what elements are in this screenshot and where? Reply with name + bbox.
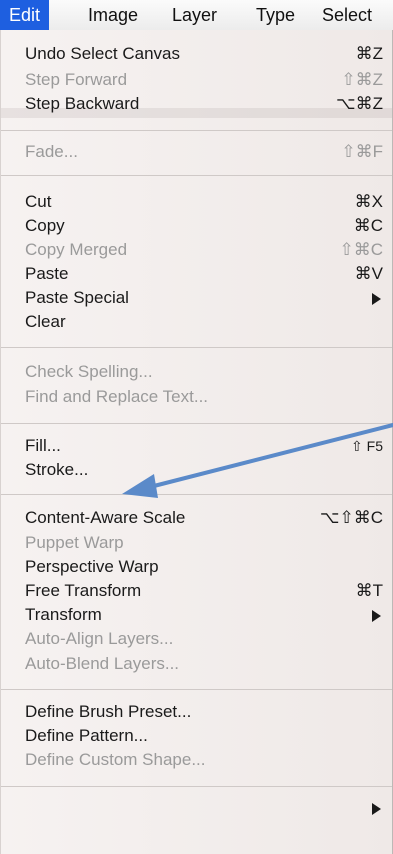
shortcut-label: ⌘T [355, 581, 383, 600]
menu-separator [1, 175, 392, 176]
menu-item-label: Check Spelling... [25, 362, 153, 381]
menu-separator [1, 786, 392, 787]
menu-item-label: Copy Merged [25, 240, 128, 259]
shortcut-label: ⇧⌘Z [341, 70, 383, 89]
menu-item-perspective-warp[interactable]: Perspective Warp [25, 555, 383, 579]
menu-item-label: Fill... [25, 436, 61, 455]
shortcut-label: ⇧⌘C [339, 240, 383, 259]
menu-item-paste[interactable]: Paste ⌘V [25, 262, 383, 286]
menu-item-label: Undo Select Canvas [25, 44, 180, 63]
menu-item-auto-align: Auto-Align Layers... [25, 627, 383, 651]
submenu-arrow-icon [372, 803, 381, 815]
menu-item-free-transform[interactable]: Free Transform ⌘T [25, 579, 383, 603]
menu-item-label: Puppet Warp [25, 533, 124, 552]
menu-item-label: Step Backward [25, 94, 140, 113]
shortcut-label: ⇧⌘F [341, 142, 383, 161]
menu-item-find-replace: Find and Replace Text... [25, 385, 383, 409]
menubar-layer[interactable]: Layer [172, 0, 217, 30]
menu-item-auto-blend: Auto-Blend Layers... [25, 652, 383, 676]
menu-item-label: Auto-Align Layers... [25, 629, 174, 648]
menu-separator [1, 494, 392, 495]
menubar-edit[interactable]: Edit [0, 0, 50, 30]
menu-item-label: Fade... [25, 142, 78, 161]
submenu-arrow-icon [372, 293, 381, 305]
menu-item-fade: Fade... ⇧⌘F [25, 140, 383, 164]
menu-item-copy-merged: Copy Merged ⇧⌘C [25, 238, 383, 262]
menu-item-label: Free Transform [25, 581, 142, 600]
menu-item-label: Define Brush Preset... [25, 702, 192, 721]
shortcut-label: ⌘V [354, 264, 383, 283]
menu-item-check-spelling: Check Spelling... [25, 360, 383, 384]
menu-item-define-pattern[interactable]: Define Pattern... [25, 724, 383, 748]
menu-item-cut[interactable]: Cut ⌘X [25, 190, 383, 214]
menu-item-label: Perspective Warp [25, 557, 159, 576]
menu-item-label: Step Forward [25, 70, 128, 89]
menu-item-label: Paste Special [25, 288, 129, 307]
shortcut-label: ⌘C [353, 216, 383, 235]
menu-separator [1, 130, 392, 131]
shortcut-label: ⌥⌘Z [336, 94, 383, 113]
menu-separator [1, 347, 392, 348]
menubar-type[interactable]: Type [256, 0, 295, 30]
submenu-arrow-icon [372, 610, 381, 622]
menu-item-clear[interactable]: Clear [25, 310, 383, 334]
menu-item-label: Copy [25, 216, 65, 235]
menu-item-copy[interactable]: Copy ⌘C [25, 214, 383, 238]
menu-item-label: Transform [25, 605, 102, 624]
menu-item-label: Cut [25, 192, 52, 211]
menu-item-undo[interactable]: Undo Select Canvas ⌘Z [25, 42, 383, 66]
menu-item-puppet-warp: Puppet Warp [25, 531, 383, 555]
menu-item-label: Define Custom Shape... [25, 750, 206, 769]
menu-item-label: Paste [25, 264, 69, 283]
menu-item-step-forward: Step Forward ⇧⌘Z [25, 68, 383, 92]
menu-item-define-brush[interactable]: Define Brush Preset... [25, 700, 383, 724]
menu-item-label: Auto-Blend Layers... [25, 654, 180, 673]
menu-item-stroke[interactable]: Stroke... [25, 458, 383, 482]
edit-menu-dropdown: Undo Select Canvas ⌘Z Step Forward ⇧⌘Z S… [0, 30, 393, 854]
menu-item-label: Define Pattern... [25, 726, 148, 745]
menu-bar: Edit Image Layer Type Select [0, 0, 393, 31]
menu-item-partial[interactable] [25, 796, 383, 820]
menu-item-fill[interactable]: Fill... ⇧ F5 [25, 434, 383, 458]
menu-item-label: Content-Aware Scale [25, 508, 186, 527]
shortcut-label: ⌥⇧⌘C [319, 508, 383, 527]
menu-item-label: Stroke... [25, 460, 89, 479]
shortcut-label: ⇧ F5 [351, 438, 383, 454]
menu-item-paste-special[interactable]: Paste Special [25, 286, 383, 310]
menu-item-label: Find and Replace Text... [25, 387, 209, 406]
shortcut-label: ⌘Z [355, 44, 383, 63]
menubar-image[interactable]: Image [88, 0, 138, 30]
menu-item-content-aware-scale[interactable]: Content-Aware Scale ⌥⇧⌘C [25, 506, 383, 530]
menu-separator [1, 689, 392, 690]
menu-item-label: Clear [25, 312, 66, 331]
menu-item-transform[interactable]: Transform [25, 603, 383, 627]
menu-item-step-backward[interactable]: Step Backward ⌥⌘Z [25, 92, 383, 116]
shortcut-label: ⌘X [354, 192, 383, 211]
menu-item-define-shape: Define Custom Shape... [25, 748, 383, 772]
menubar-select[interactable]: Select [322, 0, 372, 30]
menu-separator [1, 423, 392, 424]
